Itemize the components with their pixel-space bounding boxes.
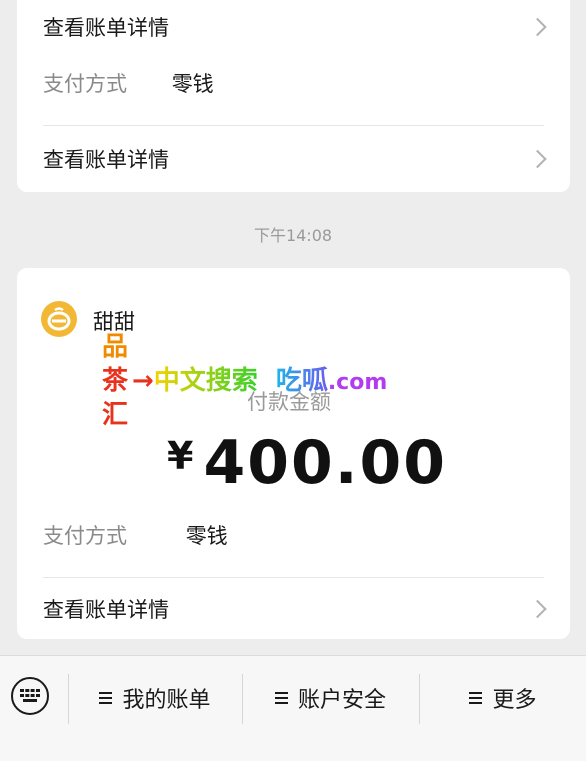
view-bill-details-row[interactable]: 查看账单详情: [17, 130, 570, 188]
payment-method-value: 零钱: [185, 524, 228, 548]
watermark-text-search: 中文搜索: [153, 366, 258, 396]
bottom-menu-bar: 我的账单 账户安全 更多: [0, 655, 586, 761]
menu-lines-icon: [469, 689, 483, 707]
transaction-card[interactable]: 甜甜 付款金额 ¥400.00 支付方式 零钱 查看账单详情: [17, 268, 570, 639]
divider: [43, 125, 544, 126]
watermark-char: 品: [102, 332, 129, 362]
payment-method-row: 支付方式 零钱: [43, 68, 214, 98]
menu-account-security[interactable]: 账户安全: [243, 676, 418, 720]
transaction-card-previous: 查看账单详情 支付方式 零钱 查看账单详情: [17, 0, 570, 192]
chevron-right-icon: [528, 17, 547, 37]
menu-label: 更多: [492, 688, 537, 713]
keyboard-toggle-button[interactable]: [11, 677, 49, 715]
menu-label: 我的账单: [122, 688, 211, 713]
watermark-text-domain: .com: [327, 370, 388, 395]
chevron-right-icon: [528, 149, 547, 169]
view-bill-details-label: 查看账单详情: [43, 148, 169, 172]
merchant-logo-icon: [41, 301, 77, 337]
watermark-horizontal-text: →中文搜索 吃呱.com: [132, 364, 387, 400]
watermark-text-brand: 吃呱: [275, 366, 328, 396]
watermark-char: 茶: [102, 366, 129, 396]
view-bill-details-row[interactable]: 查看账单详情: [17, 580, 570, 638]
payment-method-row: 支付方式 零钱: [43, 520, 228, 550]
payment-method-label: 支付方式: [43, 524, 127, 548]
divider: [43, 577, 544, 578]
view-bill-details-label: 查看账单详情: [43, 16, 169, 40]
payment-method-value: 零钱: [171, 72, 214, 96]
menu-label: 账户安全: [297, 688, 386, 713]
watermark-char: 汇: [102, 400, 129, 430]
view-bill-details-label: 查看账单详情: [43, 598, 169, 622]
watermark-arrow: →: [132, 366, 154, 396]
watermark-vertical-text: 品 茶 汇: [102, 330, 132, 432]
payment-method-label: 支付方式: [43, 72, 127, 96]
currency-symbol: ¥: [167, 434, 196, 478]
keyboard-icon: [20, 689, 40, 702]
menu-lines-icon: [274, 689, 288, 707]
menu-my-bills[interactable]: 我的账单: [69, 676, 241, 720]
view-bill-details-row[interactable]: 查看账单详情: [17, 0, 570, 56]
chevron-right-icon: [528, 599, 547, 619]
menu-lines-icon: [99, 689, 113, 707]
amount-value: 400.00: [203, 428, 447, 498]
payment-amount: ¥400.00: [167, 428, 447, 498]
message-timestamp: 下午14:08: [253, 226, 333, 245]
menu-more[interactable]: 更多: [420, 676, 586, 720]
